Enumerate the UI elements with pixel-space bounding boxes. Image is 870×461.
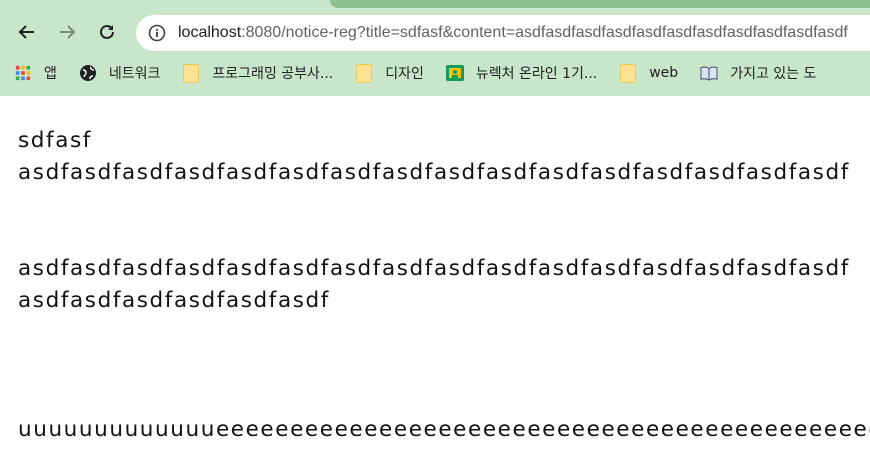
content-line: asdfasdfasdfasdfasdfasdf xyxy=(18,288,330,313)
folder-icon xyxy=(355,63,373,83)
apps-grid-icon xyxy=(14,64,32,82)
bookmark-apps[interactable]: 앱 xyxy=(14,63,57,83)
content-line: uuuuuuuuuuuuueeeeeeeeeeeeeeeeeeeeeeeeeee… xyxy=(18,417,870,442)
browser-chrome: localhost:8080/notice-reg?title=sdfasf&c… xyxy=(0,0,870,96)
bookmark-label: 뉴렉처 온라인 1기... xyxy=(475,66,598,82)
bookmark-programming[interactable]: 프로그래밍 공부사... xyxy=(182,63,333,83)
page-content: sdfasf asdfasdfasdfasdfasdfasdfasdfasdfa… xyxy=(18,96,870,461)
bookmark-label: 가지고 있는 도 xyxy=(730,66,817,82)
bookmark-label: 네트워크 xyxy=(108,66,161,82)
forward-button[interactable] xyxy=(52,17,82,47)
arrow-right-icon xyxy=(60,25,76,39)
active-tab-edge[interactable] xyxy=(330,0,870,8)
bookmark-book[interactable]: 가지고 있는 도 xyxy=(700,63,816,83)
globe-icon xyxy=(79,64,97,82)
bookmark-label: web xyxy=(649,65,679,81)
folder-icon xyxy=(619,63,637,83)
url-host: localhost xyxy=(178,24,242,41)
bookmark-label: 디자인 xyxy=(385,66,424,82)
classroom-icon xyxy=(445,64,464,82)
address-bar[interactable]: localhost:8080/notice-reg?title=sdfasf&c… xyxy=(136,15,870,51)
back-button[interactable] xyxy=(12,17,42,47)
bookmarks-bar: 앱 네트워크 프로그래밍 공부사... 디자인 뉴렉처 온라인 1기... we… xyxy=(14,60,870,86)
content-line: asdfasdfasdfasdfasdfasdfasdfasdfasdfasdf… xyxy=(18,256,850,281)
reload-button[interactable] xyxy=(92,17,122,47)
bookmark-design[interactable]: 디자인 xyxy=(355,63,424,83)
arrow-left-icon xyxy=(18,25,34,39)
bookmark-network[interactable]: 네트워크 xyxy=(79,63,161,83)
book-icon xyxy=(700,64,718,82)
content-line: asdfasdfasdfasdfasdfasdfasdfasdfasdfasdf… xyxy=(18,160,850,185)
reload-icon xyxy=(100,24,114,39)
url-path: :8080/notice-reg?title=sdfasf&content=as… xyxy=(241,24,848,41)
bookmark-newlecture[interactable]: 뉴렉처 온라인 1기... xyxy=(445,63,598,83)
notice-title: sdfasf xyxy=(18,128,92,153)
bookmark-label: 프로그래밍 공부사... xyxy=(212,66,334,82)
bookmark-web[interactable]: web xyxy=(619,63,679,83)
folder-icon xyxy=(182,63,200,83)
bookmark-label: 앱 xyxy=(44,66,57,82)
url-text[interactable]: localhost:8080/notice-reg?title=sdfasf&c… xyxy=(178,24,848,42)
site-info-icon[interactable] xyxy=(148,24,166,42)
